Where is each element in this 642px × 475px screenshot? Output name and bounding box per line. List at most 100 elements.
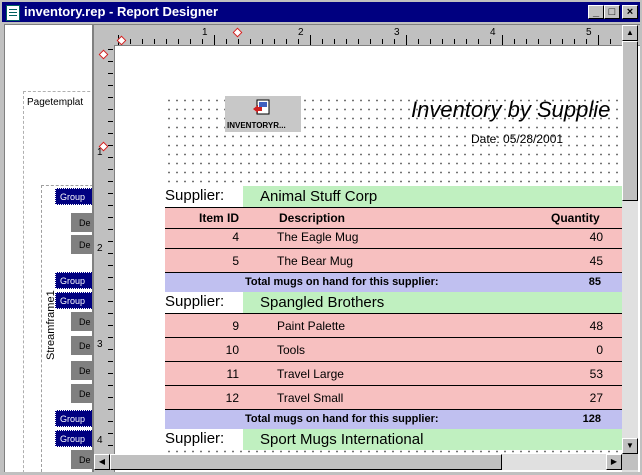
detail-row[interactable]: 10 Tools 0 xyxy=(165,337,622,361)
report-designer-window: inventory.rep - Report Designer _ □ × Pa… xyxy=(0,0,642,475)
supplier-label: Supplier: xyxy=(165,293,225,310)
ruler-tick xyxy=(108,421,113,422)
report-date[interactable]: Date: 05/28/2001 xyxy=(471,132,563,146)
ruler-tick xyxy=(550,39,551,44)
quantity-cell: 0 xyxy=(596,343,603,357)
group-band-button[interactable]: Group xyxy=(55,430,93,447)
detail-row[interactable]: 9 Paint Palette 48 xyxy=(165,313,622,337)
item-id-cell: 12 xyxy=(225,391,239,405)
maximize-button[interactable]: □ xyxy=(604,5,620,19)
detail-band-button[interactable]: De xyxy=(71,336,93,356)
ruler-tick xyxy=(334,39,335,44)
detail-band-button[interactable]: De xyxy=(71,235,93,255)
close-button[interactable]: × xyxy=(622,5,638,19)
report-logo[interactable]: INVENTORYR... xyxy=(225,96,301,132)
horizontal-scroll-thumb[interactable] xyxy=(110,454,502,470)
ruler-tick xyxy=(108,97,113,98)
scroll-up-button[interactable]: ▲ xyxy=(622,25,638,41)
ruler-tick xyxy=(108,433,113,434)
quantity-cell: 45 xyxy=(589,254,603,268)
image-icon xyxy=(253,99,270,115)
column-header-band[interactable]: Item ID Description Quantity xyxy=(165,207,622,228)
detail-row[interactable]: 11 Travel Large 53 xyxy=(165,361,622,385)
report-title[interactable]: Inventory by Supplie xyxy=(411,97,610,123)
ruler-tick xyxy=(108,193,113,194)
detail-row[interactable]: 5 The Bear Mug 45 xyxy=(165,248,622,272)
total-band[interactable]: Total mugs on hand for this supplier: 85 xyxy=(165,272,622,292)
ruler-tick xyxy=(214,35,215,45)
scroll-down-button[interactable]: ▼ xyxy=(622,438,638,454)
description-cell: The Bear Mug xyxy=(277,254,354,268)
supplier-band[interactable]: Supplier: Sport Mugs International xyxy=(165,429,622,450)
ruler-tick xyxy=(262,39,263,44)
detail-row[interactable]: 4 The Eagle Mug 40 xyxy=(165,228,622,248)
ruler-tick xyxy=(108,445,113,446)
scroll-left-button[interactable]: ◀ xyxy=(94,454,110,470)
ruler-tick xyxy=(190,39,191,44)
minimize-button[interactable]: _ xyxy=(588,5,604,19)
ruler-tick xyxy=(108,49,113,50)
ruler-tick xyxy=(538,39,539,44)
supplier-name: Animal Stuff Corp xyxy=(260,188,378,205)
detail-band-button[interactable]: De xyxy=(71,312,93,332)
description-cell: Paint Palette xyxy=(277,319,346,333)
ruler-tick xyxy=(108,277,113,278)
total-band[interactable]: Total mugs on hand for this supplier: 128 xyxy=(165,409,622,429)
ruler-tick xyxy=(514,39,515,44)
report-canvas[interactable]: INVENTORYR... Inventory by Supplie Date:… xyxy=(115,46,622,454)
ruler-tick xyxy=(108,241,113,242)
margin-marker[interactable] xyxy=(232,27,243,38)
page-template-label: Pagetemplat xyxy=(27,97,84,108)
ruler-tick xyxy=(466,39,467,44)
ruler-tick xyxy=(478,39,479,44)
ruler-tick xyxy=(286,39,287,44)
group-band-button[interactable]: Group xyxy=(55,410,93,427)
group-band-button[interactable]: Group xyxy=(55,272,93,289)
ruler-tick xyxy=(562,39,563,44)
vertical-scrollbar[interactable]: ▲ ▼ xyxy=(622,25,638,472)
ruler-tick xyxy=(598,35,599,45)
scroll-right-button[interactable]: ▶ xyxy=(606,454,622,470)
item-id-cell: 5 xyxy=(232,254,239,268)
supplier-band[interactable]: Supplier: Animal Stuff Corp xyxy=(165,186,622,207)
detail-band-button[interactable]: De xyxy=(71,384,93,404)
supplier-label: Supplier: xyxy=(165,187,225,204)
ruler-tick xyxy=(142,39,143,44)
supplier-name: Sport Mugs International xyxy=(260,431,424,448)
vertical-scroll-thumb[interactable] xyxy=(622,41,638,201)
ruler-tick xyxy=(108,85,113,86)
document-icon xyxy=(6,5,20,21)
detail-band-button[interactable]: De xyxy=(71,450,93,470)
ruler-number: 1 xyxy=(202,27,208,38)
item-id-cell: 4 xyxy=(232,230,239,244)
item-id-cell: 10 xyxy=(225,343,239,357)
ruler-tick xyxy=(108,73,113,74)
item-id-header: Item ID xyxy=(199,211,240,225)
group-band-button[interactable]: Group xyxy=(55,188,93,205)
quantity-header: Quantity xyxy=(551,211,600,225)
supplier-band[interactable]: Supplier: Spangled Brothers xyxy=(165,292,622,313)
margin-marker[interactable] xyxy=(98,49,109,60)
quantity-cell: 53 xyxy=(589,367,603,381)
ruler-tick xyxy=(394,39,395,44)
ruler-tick xyxy=(108,265,113,266)
ruler-tick xyxy=(250,39,251,44)
ruler-tick xyxy=(108,205,113,206)
ruler-tick xyxy=(418,39,419,44)
description-cell: Travel Small xyxy=(277,391,344,405)
total-label: Total mugs on hand for this supplier: xyxy=(245,276,439,288)
ruler-number: 2 xyxy=(298,27,304,38)
ruler-tick xyxy=(108,397,113,398)
detail-row[interactable]: 12 Travel Small 27 xyxy=(165,385,622,409)
detail-band-button[interactable]: De xyxy=(71,361,93,381)
ruler-tick xyxy=(502,35,503,45)
logo-caption: INVENTORYR... xyxy=(227,121,286,130)
detail-band-button[interactable]: De xyxy=(71,213,93,233)
ruler-tick xyxy=(108,325,113,326)
ruler-tick xyxy=(108,361,113,362)
group-band-button[interactable]: Group xyxy=(55,292,93,309)
ruler-tick xyxy=(108,385,113,386)
ruler-tick xyxy=(526,39,527,44)
horizontal-ruler: 1 2 3 4 5 xyxy=(94,25,640,46)
horizontal-scrollbar[interactable]: ◀ ▶ xyxy=(94,454,622,470)
